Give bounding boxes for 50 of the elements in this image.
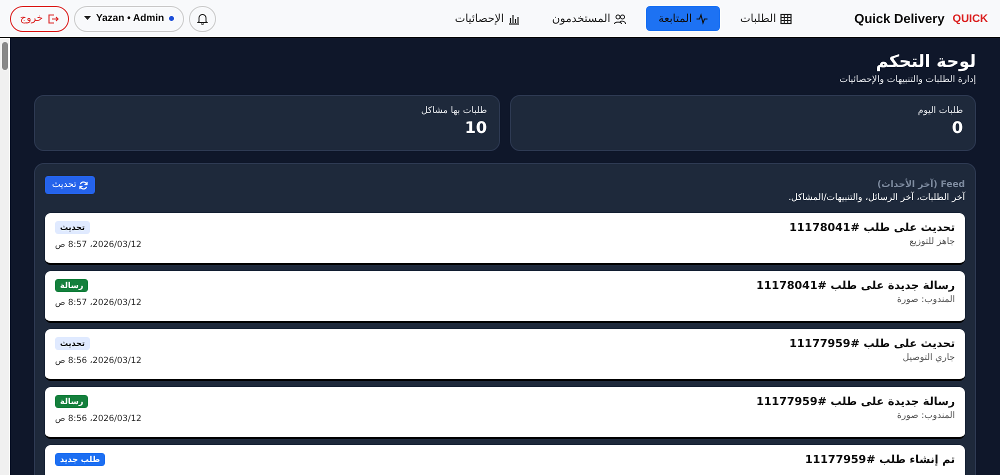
feed-item-title: رسالة جديدة على طلب #11178041 (756, 279, 955, 292)
event-badge: رسالة (55, 279, 88, 292)
event-badge: تحديث (55, 221, 90, 234)
feed-item-time: 2026/03/12، 8:56 ص (55, 414, 142, 424)
caret-icon (84, 16, 91, 21)
refresh-button[interactable]: تحديث (45, 176, 96, 194)
brand-logo: QUICK (952, 12, 988, 24)
stat-label: طلبات اليوم (918, 106, 963, 116)
feed-item-detail: جاهز للتوزيع (908, 237, 955, 247)
table-icon (780, 12, 792, 24)
stat-value: 0 (952, 118, 963, 137)
bar-chart-icon (508, 12, 520, 24)
logout-icon (48, 14, 59, 24)
user-menu-button[interactable]: Yazan • Admin (74, 6, 184, 32)
notifications-button[interactable] (189, 6, 216, 32)
event-badge: رسالة (55, 395, 88, 408)
nav-tab[interactable]: الإحصائيات (442, 6, 532, 31)
feed-item-detail: جاري التوصيل (902, 353, 955, 363)
feed-item-time: 2026/03/12، 8:56 ص (55, 356, 142, 366)
nav-tab[interactable]: الطلبات (728, 6, 804, 31)
feed-item[interactable]: رسالة جديدة على طلب #11178041 المندوب: صورة رسالة 2026/03/12، 8:57 ص (45, 271, 965, 323)
feed-item-title: رسالة جديدة على طلب #11177959 (756, 395, 955, 408)
users-icon (614, 12, 626, 24)
feed-item-time: 2026/03/12، 8:57 ص (55, 298, 142, 308)
stat-value: 10 (464, 118, 487, 137)
nav-tab[interactable]: المستخدمون (540, 6, 638, 31)
page-title: لوحة التحكم (874, 52, 976, 72)
pulse-icon (696, 12, 708, 24)
feed-item-title: تحديث على طلب #11177959 (789, 337, 955, 350)
scrollbar[interactable] (0, 38, 10, 475)
feed-item[interactable]: رسالة جديدة على طلب #11177959 المندوب: صورة رسالة 2026/03/12، 8:56 ص (45, 387, 965, 439)
bell-icon (197, 12, 208, 24)
stat-label: طلبات بها مشاكل (421, 106, 487, 116)
event-badge: طلب جديد (55, 453, 106, 466)
app-title: Quick Delivery (854, 11, 945, 26)
page-subtitle: إدارة الطلبات والتنبيهات والإحصائيات (838, 75, 976, 85)
feed-description: آخر الطلبات، آخر الرسائل، والتنبيهات/المشاكل. (788, 193, 965, 203)
feed-item-title: تحديث على طلب #11178041 (789, 221, 955, 234)
refresh-icon (79, 180, 88, 190)
feed-item[interactable]: تم إنشاء طلب #11177959 طلب جديد (45, 445, 965, 475)
nav-tab[interactable]: المتابعة (646, 6, 720, 31)
logout-button[interactable]: خروج (10, 6, 69, 32)
feed-item[interactable]: تحديث على طلب #11177959 جاري التوصيل تحديث 2026/03/12، 8:56 ص (45, 329, 965, 381)
feed-item[interactable]: تحديث على طلب #11178041 جاهز للتوزيع تحديث 2026/03/12، 8:57 ص (45, 213, 965, 265)
event-badge: تحديث (55, 337, 90, 350)
feed-item-title: تم إنشاء طلب #11177959 (804, 453, 955, 466)
feed-item-time: 2026/03/12، 8:57 ص (55, 240, 142, 250)
feed-item-detail: المندوب: صورة (896, 411, 955, 421)
feed-item-detail: المندوب: صورة (896, 295, 955, 305)
feed-title: Feed (آخر الأحداث) (876, 180, 965, 190)
